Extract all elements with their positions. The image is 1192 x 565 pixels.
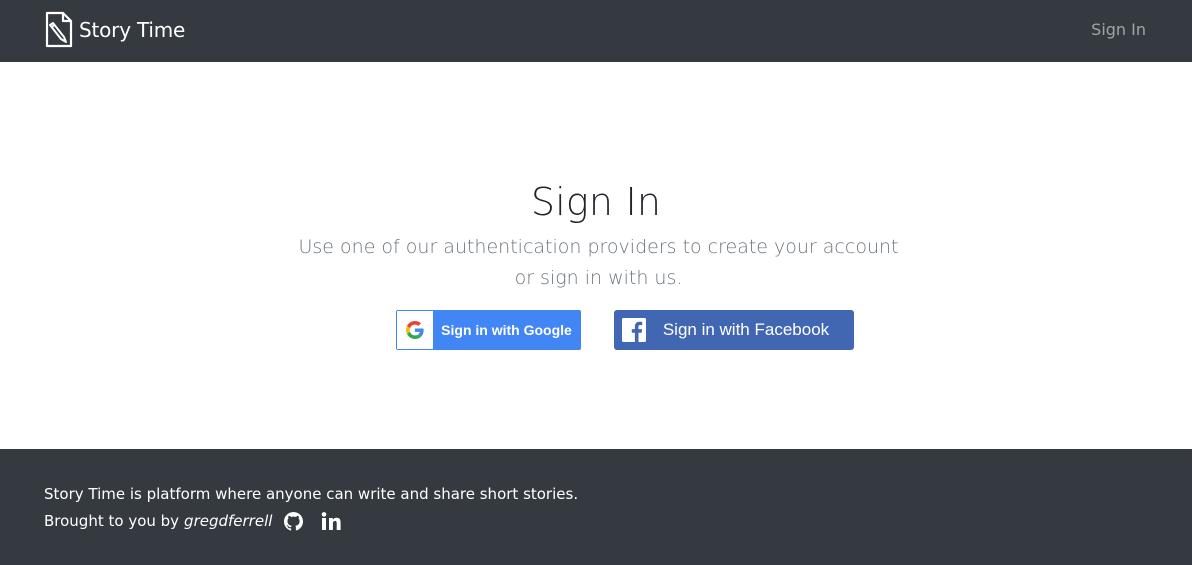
facebook-signin-label: Sign in with Facebook bbox=[662, 320, 830, 339]
top-navbar: Story Time Sign In bbox=[0, 0, 1192, 62]
facebook-logo-icon bbox=[622, 318, 646, 342]
page-title: Sign In bbox=[530, 180, 662, 224]
google-logo-icon bbox=[406, 321, 424, 339]
signin-section: Sign In Use one of our authentication pr… bbox=[0, 62, 1192, 449]
footer-brought-by: Brought to you by bbox=[44, 512, 180, 530]
pencil-document-icon bbox=[45, 11, 73, 48]
github-icon bbox=[284, 511, 304, 531]
footer-author: gregdferrell bbox=[184, 512, 273, 530]
page-footer: Story Time is platform where anyone can … bbox=[0, 449, 1192, 565]
linkedin-link[interactable] bbox=[321, 512, 342, 530]
brand-name: Story Time bbox=[79, 17, 186, 42]
google-signin-button[interactable]: Sign in with Google bbox=[396, 310, 581, 350]
brand-link[interactable]: Story Time bbox=[44, 11, 185, 48]
page-subtitle: Use one of our authentication providers … bbox=[298, 236, 899, 289]
facebook-signin-button[interactable]: Sign in with Facebook bbox=[614, 310, 854, 350]
google-logo-container bbox=[397, 311, 433, 349]
nav-signin-link[interactable]: Sign In bbox=[1091, 19, 1146, 41]
linkedin-icon bbox=[322, 512, 342, 530]
github-link[interactable] bbox=[284, 511, 304, 531]
footer-credits: Brought to you by gregdferrell bbox=[44, 511, 342, 531]
google-signin-label: Sign in with Google bbox=[441, 322, 572, 338]
footer-tagline: Story Time is platform where anyone can … bbox=[44, 485, 579, 503]
